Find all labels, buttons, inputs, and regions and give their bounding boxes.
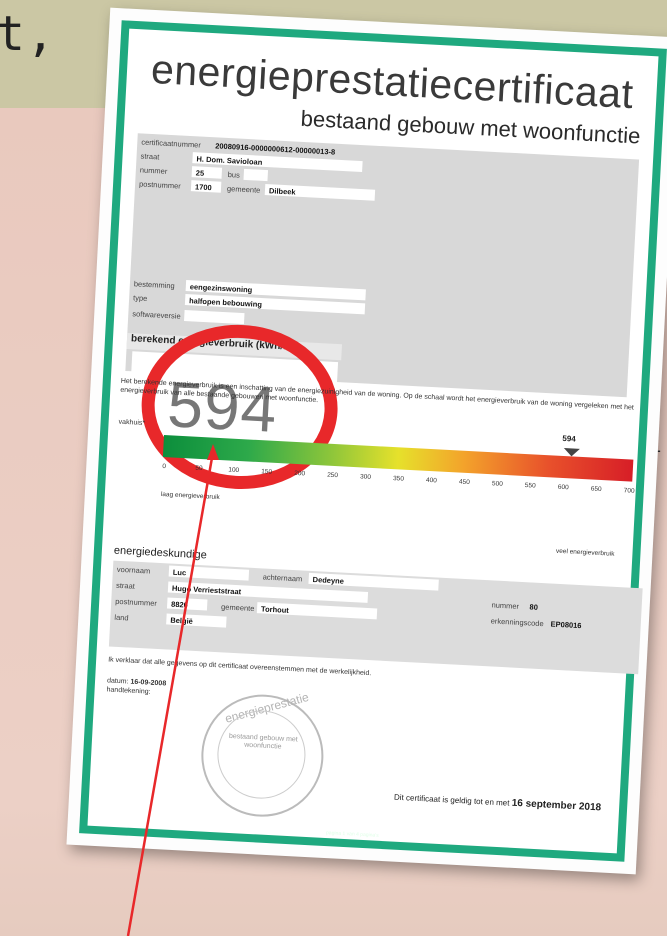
scale-tick-label: 100 <box>228 466 240 475</box>
expert-municipality-label: gemeente <box>220 602 255 614</box>
certificate-green-frame: energieprestatiecertificaat bestaand geb… <box>79 20 667 862</box>
expert-country-label: land <box>114 612 129 623</box>
postal-code-value: 1700 <box>194 182 212 193</box>
expert-lastname-value: Dedeyne <box>312 575 345 586</box>
municipality-label: gemeente <box>226 184 261 195</box>
scale-tick-label: 550 <box>524 482 536 490</box>
scale-tick-label: 200 <box>294 469 306 478</box>
scale-tick-label: 400 <box>425 476 438 485</box>
expert-code-value: EP08016 <box>550 619 582 631</box>
scale-tick-label: 650 <box>590 485 602 494</box>
scale-tick-label: 450 <box>458 478 470 487</box>
date-label: datum: <box>106 677 129 686</box>
expert-firstname-value: Luc <box>172 567 187 578</box>
property-info-panel: certificaatnummer 20080916-0000000612-00… <box>125 133 640 494</box>
purpose-value: eengezinswoning <box>189 282 253 295</box>
postal-code-label: postnummer <box>138 179 182 191</box>
bus-label: bus <box>227 170 241 180</box>
scale-tick-label: 300 <box>359 473 372 481</box>
scale-label: vakhuis* <box>118 418 146 428</box>
type-label: type <box>132 293 148 303</box>
expert-street-label: straat <box>115 580 136 591</box>
expert-municipality-value: Torhout <box>260 604 290 615</box>
expert-number-value: 80 <box>529 602 539 612</box>
scale-tick-label: 600 <box>557 483 569 492</box>
expert-info-panel: voornaam Luc achternaam Dedeyne straat H… <box>108 560 643 675</box>
background-heading: t, <box>0 6 56 62</box>
scale-tick-label: 700 <box>623 487 635 495</box>
declaration-text: Ik verklaar dat alle gegevens op dit cer… <box>107 656 372 678</box>
purpose-label: bestemming <box>133 279 175 291</box>
expert-number-label: nummer <box>491 600 520 611</box>
municipality-value: Dilbeek <box>268 186 296 197</box>
number-label: nummer <box>139 165 168 176</box>
energy-certificate-document: energieprestatiecertificaat bestaand geb… <box>66 7 667 875</box>
scale-tick-label: 0 <box>162 463 167 471</box>
date-value: 16-09-2008 <box>130 678 167 688</box>
scale-tick-label: 350 <box>392 475 405 483</box>
validity-date: 16 september 2018 <box>511 797 602 814</box>
number-value: 25 <box>195 168 205 178</box>
street-label: straat <box>140 151 160 162</box>
signature-label: handtekening: <box>106 686 151 696</box>
expert-country-value: België <box>170 615 194 626</box>
validity-text: Dit certificaat is geldig tot en met <box>393 792 510 808</box>
scale-low-label: laag energieverbruik <box>160 490 220 502</box>
page-footer: pagina 1 van 4 pagina's <box>325 830 379 839</box>
scale-tick-label: 500 <box>491 480 503 488</box>
scale-tick-label: 50 <box>195 464 203 473</box>
certificate-title: energieprestatiecertificaat <box>149 45 635 118</box>
expert-firstname-label: voornaam <box>116 564 151 576</box>
date-signature-block: datum: 16-09-2008 handtekening: <box>106 676 166 697</box>
certificate-stamp-seal: energieprestatie bestaand gebouw met woo… <box>198 690 327 820</box>
scale-high-label: veel energieverbruik <box>555 547 615 558</box>
validity-statement: Dit certificaat is geldig tot en met 16 … <box>394 792 602 814</box>
certificate-number-label: certificaatnummer <box>141 137 202 150</box>
scale-tick-label: 150 <box>261 468 273 476</box>
software-version-label: softwareversie <box>132 309 181 321</box>
scale-tick-label: 250 <box>326 471 339 480</box>
expert-lastname-label: achternaam <box>262 572 303 584</box>
expert-section-title: energiedeskundige <box>113 544 208 562</box>
expert-postal-label: postnummer <box>115 596 158 608</box>
expert-code-label: erkenningscode <box>490 616 544 629</box>
expert-postal-value: 8820 <box>170 599 189 610</box>
scale-marker-value: 594 <box>562 433 576 444</box>
